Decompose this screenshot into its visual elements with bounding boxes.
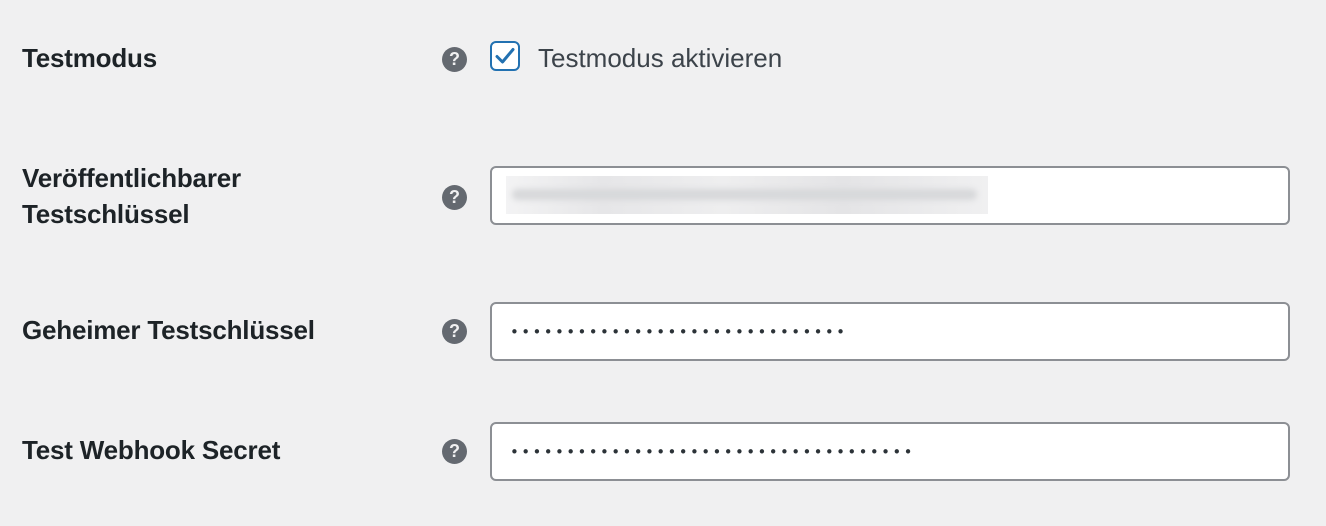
publishable-test-key-label-line1: Veröffentlichbarer — [22, 163, 241, 193]
secret-test-key-label: Geheimer Testschlüssel — [22, 315, 315, 345]
test-webhook-secret-input[interactable]: •••••••••••••••••••••••••••••••••••• — [490, 422, 1290, 481]
payment-test-settings: Testmodus ? Testmodus aktivieren Veröffe… — [0, 0, 1326, 526]
publishable-test-key-label: Veröffentlichbarer Testschlüssel — [22, 160, 241, 232]
redacted-key-value — [506, 176, 988, 214]
checkmark-icon — [495, 48, 515, 64]
test-webhook-secret-label: Test Webhook Secret — [22, 435, 281, 465]
secret-test-key-input[interactable]: •••••••••••••••••••••••••••••• — [490, 302, 1290, 361]
redacted-blur — [512, 189, 977, 200]
publishable-test-key-label-line2: Testschlüssel — [22, 199, 190, 229]
test-mode-label: Testmodus — [22, 43, 157, 73]
test-mode-checkbox-label[interactable]: Testmodus aktivieren — [538, 40, 782, 76]
test-webhook-secret-masked-value: •••••••••••••••••••••••••••••••••••• — [510, 443, 915, 461]
question-mark-icon[interactable]: ? — [442, 185, 467, 210]
question-mark-icon[interactable]: ? — [442, 439, 467, 464]
question-mark-icon[interactable]: ? — [442, 47, 467, 72]
test-mode-checkbox[interactable] — [490, 41, 520, 71]
publishable-test-key-input[interactable] — [490, 166, 1290, 225]
question-mark-icon[interactable]: ? — [442, 319, 467, 344]
secret-test-key-masked-value: •••••••••••••••••••••••••••••• — [510, 323, 848, 341]
